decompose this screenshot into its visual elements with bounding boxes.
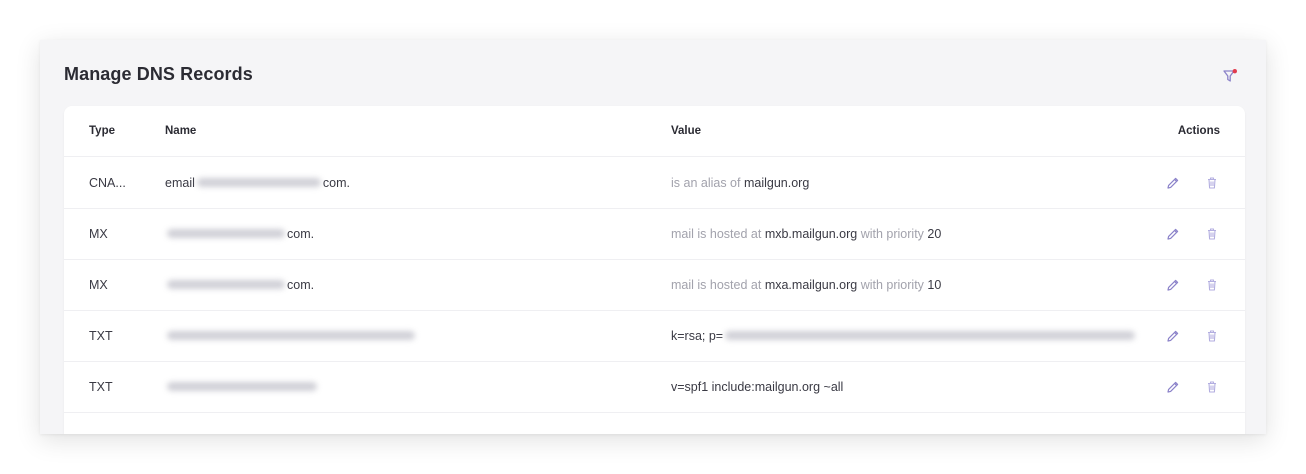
trash-icon: [1208, 380, 1216, 393]
delete-button[interactable]: [1205, 259, 1219, 310]
record-name-prefix: email: [165, 175, 195, 190]
record-value-priority: 20: [927, 226, 942, 241]
record-value: v=spf1 include:mailgun.org ~all: [671, 361, 1151, 412]
pencil-icon: [1167, 330, 1179, 342]
pencil-icon: [1167, 177, 1179, 189]
record-name-suffix: com.: [287, 226, 315, 241]
delete-button[interactable]: [1205, 208, 1219, 259]
table-row: TXT v=spf1 include:mailgun.org ~all: [64, 361, 1245, 413]
record-value-target: mxa.mailgun.org: [764, 277, 858, 292]
record-value: k=rsa; p=: [671, 310, 1151, 361]
edit-button[interactable]: [1166, 310, 1180, 361]
record-name-suffix: com.: [322, 175, 350, 190]
record-value-target: mxb.mailgun.org: [764, 226, 858, 241]
delete-button[interactable]: [1205, 157, 1219, 208]
table-row: MX com. mail is hosted at mxb.mailgun.or…: [64, 208, 1245, 260]
record-name: [165, 361, 585, 412]
record-value-target: k=rsa; p=: [671, 328, 724, 343]
trash-icon: [1208, 176, 1216, 189]
trash-icon: [1208, 278, 1216, 291]
page-title: Manage DNS Records: [64, 64, 253, 84]
record-name: com.: [165, 208, 585, 259]
trash-icon: [1208, 329, 1216, 342]
record-value: mail is hosted at mxb.mailgun.org with p…: [671, 208, 1151, 259]
table-row: MX com. mail is hosted at mxa.mailgun.or…: [64, 259, 1245, 311]
pencil-icon: [1167, 279, 1179, 291]
header-type: Type: [89, 125, 115, 137]
edit-button[interactable]: [1166, 208, 1180, 259]
record-value-priority: 10: [927, 277, 942, 292]
pencil-icon: [1167, 228, 1179, 240]
record-name: com.: [165, 259, 585, 310]
record-value-target: v=spf1 include:mailgun.org ~all: [671, 379, 844, 394]
edit-button[interactable]: [1166, 259, 1180, 310]
record-name: [165, 310, 585, 361]
redacted-text: [167, 382, 317, 391]
record-type: TXT: [89, 328, 113, 343]
record-value-target: mailgun.org: [743, 175, 810, 190]
header-actions: Actions: [1177, 125, 1220, 137]
record-type: MX: [89, 226, 108, 241]
record-type: CNA...: [89, 175, 126, 190]
pencil-icon: [1167, 381, 1179, 393]
edit-button[interactable]: [1166, 361, 1180, 412]
record-name-suffix: com.: [287, 277, 315, 292]
redacted-text: [167, 280, 285, 289]
record-value-label: mail is hosted at: [671, 226, 762, 241]
record-value: mail is hosted at mxa.mailgun.org with p…: [671, 259, 1151, 310]
table-row: CNA... email com. is an alias of mailgun…: [64, 157, 1245, 209]
delete-button[interactable]: [1205, 361, 1219, 412]
record-value-label: mail is hosted at: [671, 277, 762, 292]
dns-records-panel: Manage DNS Records Type Name Value Actio…: [40, 40, 1266, 434]
redacted-text: [196, 178, 321, 187]
record-value-priority-label: with priority: [860, 226, 924, 241]
record-value-label: is an alias of: [671, 175, 741, 190]
redacted-text: [725, 331, 1136, 340]
filter-icon: [1223, 69, 1237, 82]
record-name: email com.: [165, 157, 585, 208]
redacted-text: [167, 331, 415, 340]
record-value-priority-label: with priority: [860, 277, 924, 292]
header-name: Name: [165, 125, 197, 137]
table-row: TXT k=rsa; p=: [64, 310, 1245, 362]
redacted-text: [167, 229, 285, 238]
header-value: Value: [671, 125, 702, 137]
trash-icon: [1208, 227, 1216, 240]
filter-button[interactable]: [1222, 68, 1238, 84]
record-type: MX: [89, 277, 108, 292]
record-value: is an alias of mailgun.org: [671, 157, 1151, 208]
dns-records-table: Type Name Value Actions CNA... email com…: [64, 106, 1245, 434]
record-type: TXT: [89, 379, 113, 394]
delete-button[interactable]: [1205, 310, 1219, 361]
edit-button[interactable]: [1166, 157, 1180, 208]
table-header: Type Name Value Actions: [64, 106, 1245, 157]
